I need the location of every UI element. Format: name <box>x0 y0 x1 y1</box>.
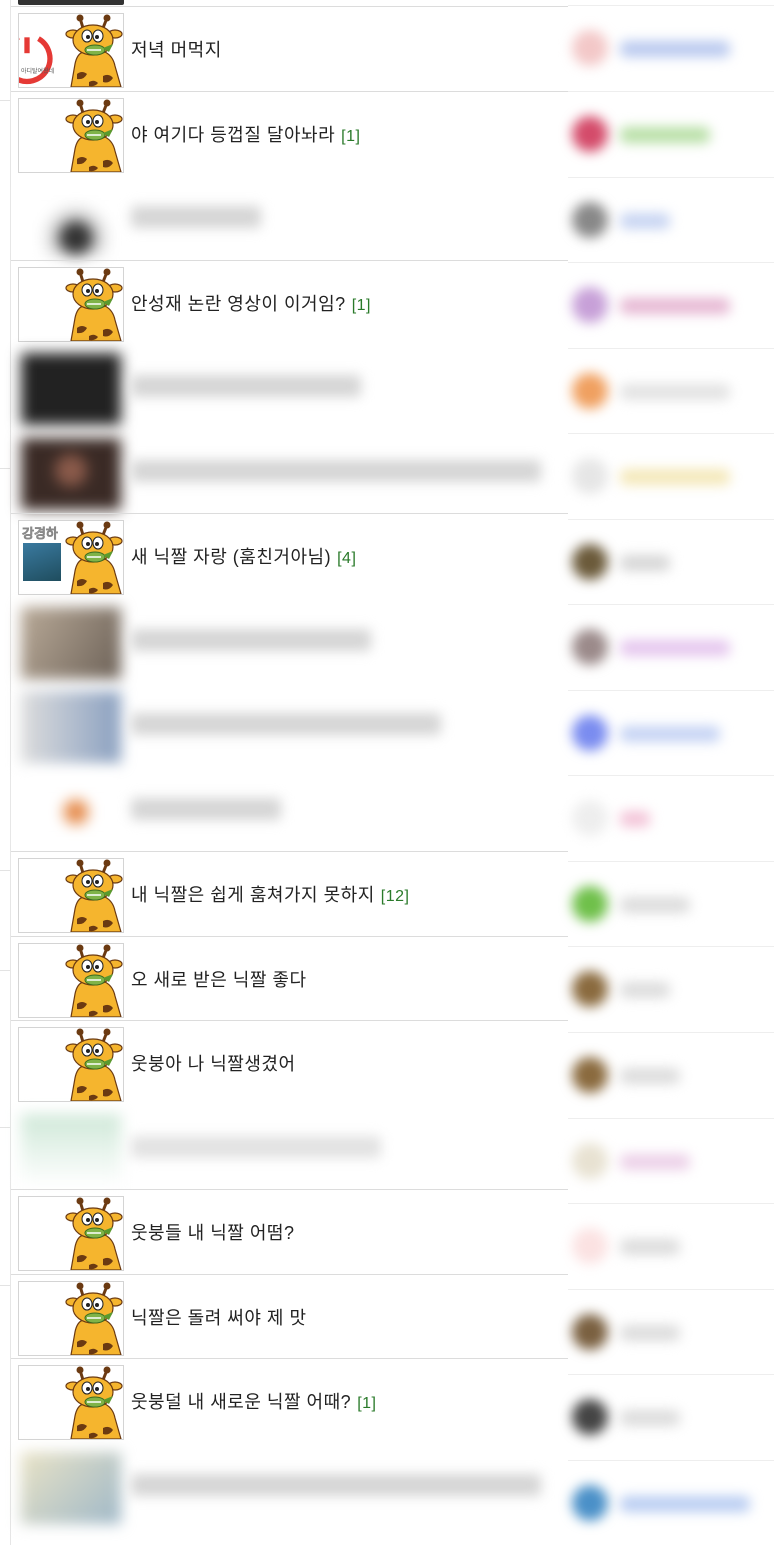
sidebar-item-blurred <box>568 690 774 775</box>
thumb-caption: 아디탈여왔네 <box>21 69 55 75</box>
blurred-thumbnail <box>21 775 121 848</box>
post-title[interactable]: 웃붕들 내 닉짤 어떰? <box>131 1219 301 1245</box>
comment-count[interactable]: [1] <box>352 297 371 314</box>
blurred-title <box>131 1135 381 1158</box>
post-title[interactable]: 내 닉짤은 쉽게 훔쳐가지 못하지 [12] <box>131 881 409 907</box>
giraffe-mascot-icon <box>64 14 123 87</box>
post-title[interactable]: 저녁 머먹지 <box>131 36 228 62</box>
post-title[interactable]: 안성재 논란 영상이 이거임? [1] <box>131 290 371 316</box>
left-tick <box>0 100 10 101</box>
blurred-thumbnail <box>21 1113 121 1186</box>
post-thumbnail[interactable] <box>18 266 124 342</box>
sidebar-item-blurred <box>568 5 774 90</box>
post-thumbnail[interactable] <box>18 1365 124 1440</box>
left-tick <box>0 870 10 871</box>
sidebar-item-blurred <box>568 1374 774 1459</box>
previous-thumbnail-edge <box>18 0 124 5</box>
sidebar-item-blurred <box>568 604 774 689</box>
blurred-thumbnail <box>21 184 121 256</box>
giraffe-mascot-icon <box>64 859 123 932</box>
giraffe-mascot-icon <box>64 1028 123 1101</box>
sidebar-item-blurred <box>568 1032 774 1117</box>
blurred-thumbnail <box>21 606 121 679</box>
sidebar-item-blurred <box>568 433 774 518</box>
post-thumbnail[interactable] <box>18 1027 124 1102</box>
sidebar-item-blurred <box>568 177 774 262</box>
thumb-caption: 강경하 <box>22 526 58 542</box>
post-thumbnail[interactable]: 아디탈여왔네 <box>18 13 124 88</box>
sidebar-item-blurred <box>568 348 774 433</box>
sidebar-item-blurred <box>568 262 774 347</box>
post-title[interactable]: 야 여기다 등껍질 달아놔라 [1] <box>131 121 360 147</box>
post-thumbnail[interactable] <box>18 1196 124 1271</box>
comment-count[interactable]: [12] <box>381 888 410 905</box>
giraffe-mascot-icon <box>64 98 123 172</box>
post-thumbnail[interactable]: 강경하 <box>18 520 124 595</box>
power-icon <box>19 22 57 85</box>
sidebar-item-blurred <box>568 861 774 946</box>
giraffe-mascot-icon <box>64 267 123 341</box>
blurred-thumbnail <box>21 1451 121 1524</box>
post-thumbnail[interactable] <box>18 1280 124 1356</box>
giraffe-mascot-icon <box>64 521 123 594</box>
giraffe-mascot-icon <box>64 1281 123 1355</box>
sidebar-item-blurred <box>568 1203 774 1288</box>
blurred-title <box>131 713 441 735</box>
post-thumbnail[interactable] <box>18 858 124 933</box>
blurred-title <box>131 797 281 820</box>
giraffe-mascot-icon <box>64 1366 123 1439</box>
post-title[interactable]: 웃붕덜 내 새로운 닉짤 어때? [1] <box>131 1388 376 1414</box>
sidebar-item-blurred <box>568 946 774 1031</box>
blurred-title <box>131 375 361 397</box>
left-tick <box>0 970 10 971</box>
left-tick <box>0 1127 10 1128</box>
blurred-title <box>131 1473 541 1496</box>
sidebar-item-blurred <box>568 1460 774 1545</box>
post-thumbnail[interactable] <box>18 97 124 173</box>
comment-count[interactable]: [1] <box>341 128 360 145</box>
blurred-title <box>131 206 261 228</box>
sidebar-item-blurred <box>568 91 774 176</box>
post-title[interactable]: 닉짤은 돌려 써야 제 맛 <box>131 1304 313 1330</box>
blurred-thumbnail <box>21 691 121 763</box>
blurred-thumbnail <box>21 437 121 510</box>
comment-count[interactable]: [1] <box>357 1395 376 1412</box>
giraffe-mascot-icon <box>64 1197 123 1270</box>
blurred-title <box>131 459 541 482</box>
giraffe-mascot-icon <box>64 943 123 1017</box>
blurred-thumbnail <box>21 353 121 425</box>
comment-count[interactable]: [4] <box>337 550 356 567</box>
sidebar-item-blurred <box>568 1118 774 1203</box>
thumb-photo <box>23 543 61 581</box>
left-tick <box>0 468 10 469</box>
sidebar-item-blurred <box>568 775 774 860</box>
left-tick <box>0 1285 10 1286</box>
sidebar-item-blurred <box>568 519 774 604</box>
blurred-title <box>131 628 371 651</box>
right-sidebar-blurred <box>568 0 774 1545</box>
post-title[interactable]: 새 닉짤 자랑 (훔친거아님) [4] <box>131 543 356 569</box>
post-thumbnail[interactable] <box>18 942 124 1018</box>
sidebar-item-blurred <box>568 1289 774 1374</box>
post-title[interactable]: 웃붕아 나 닉짤생겼어 <box>131 1050 302 1076</box>
post-title[interactable]: 오 새로 받은 닉짤 좋다 <box>131 966 313 992</box>
